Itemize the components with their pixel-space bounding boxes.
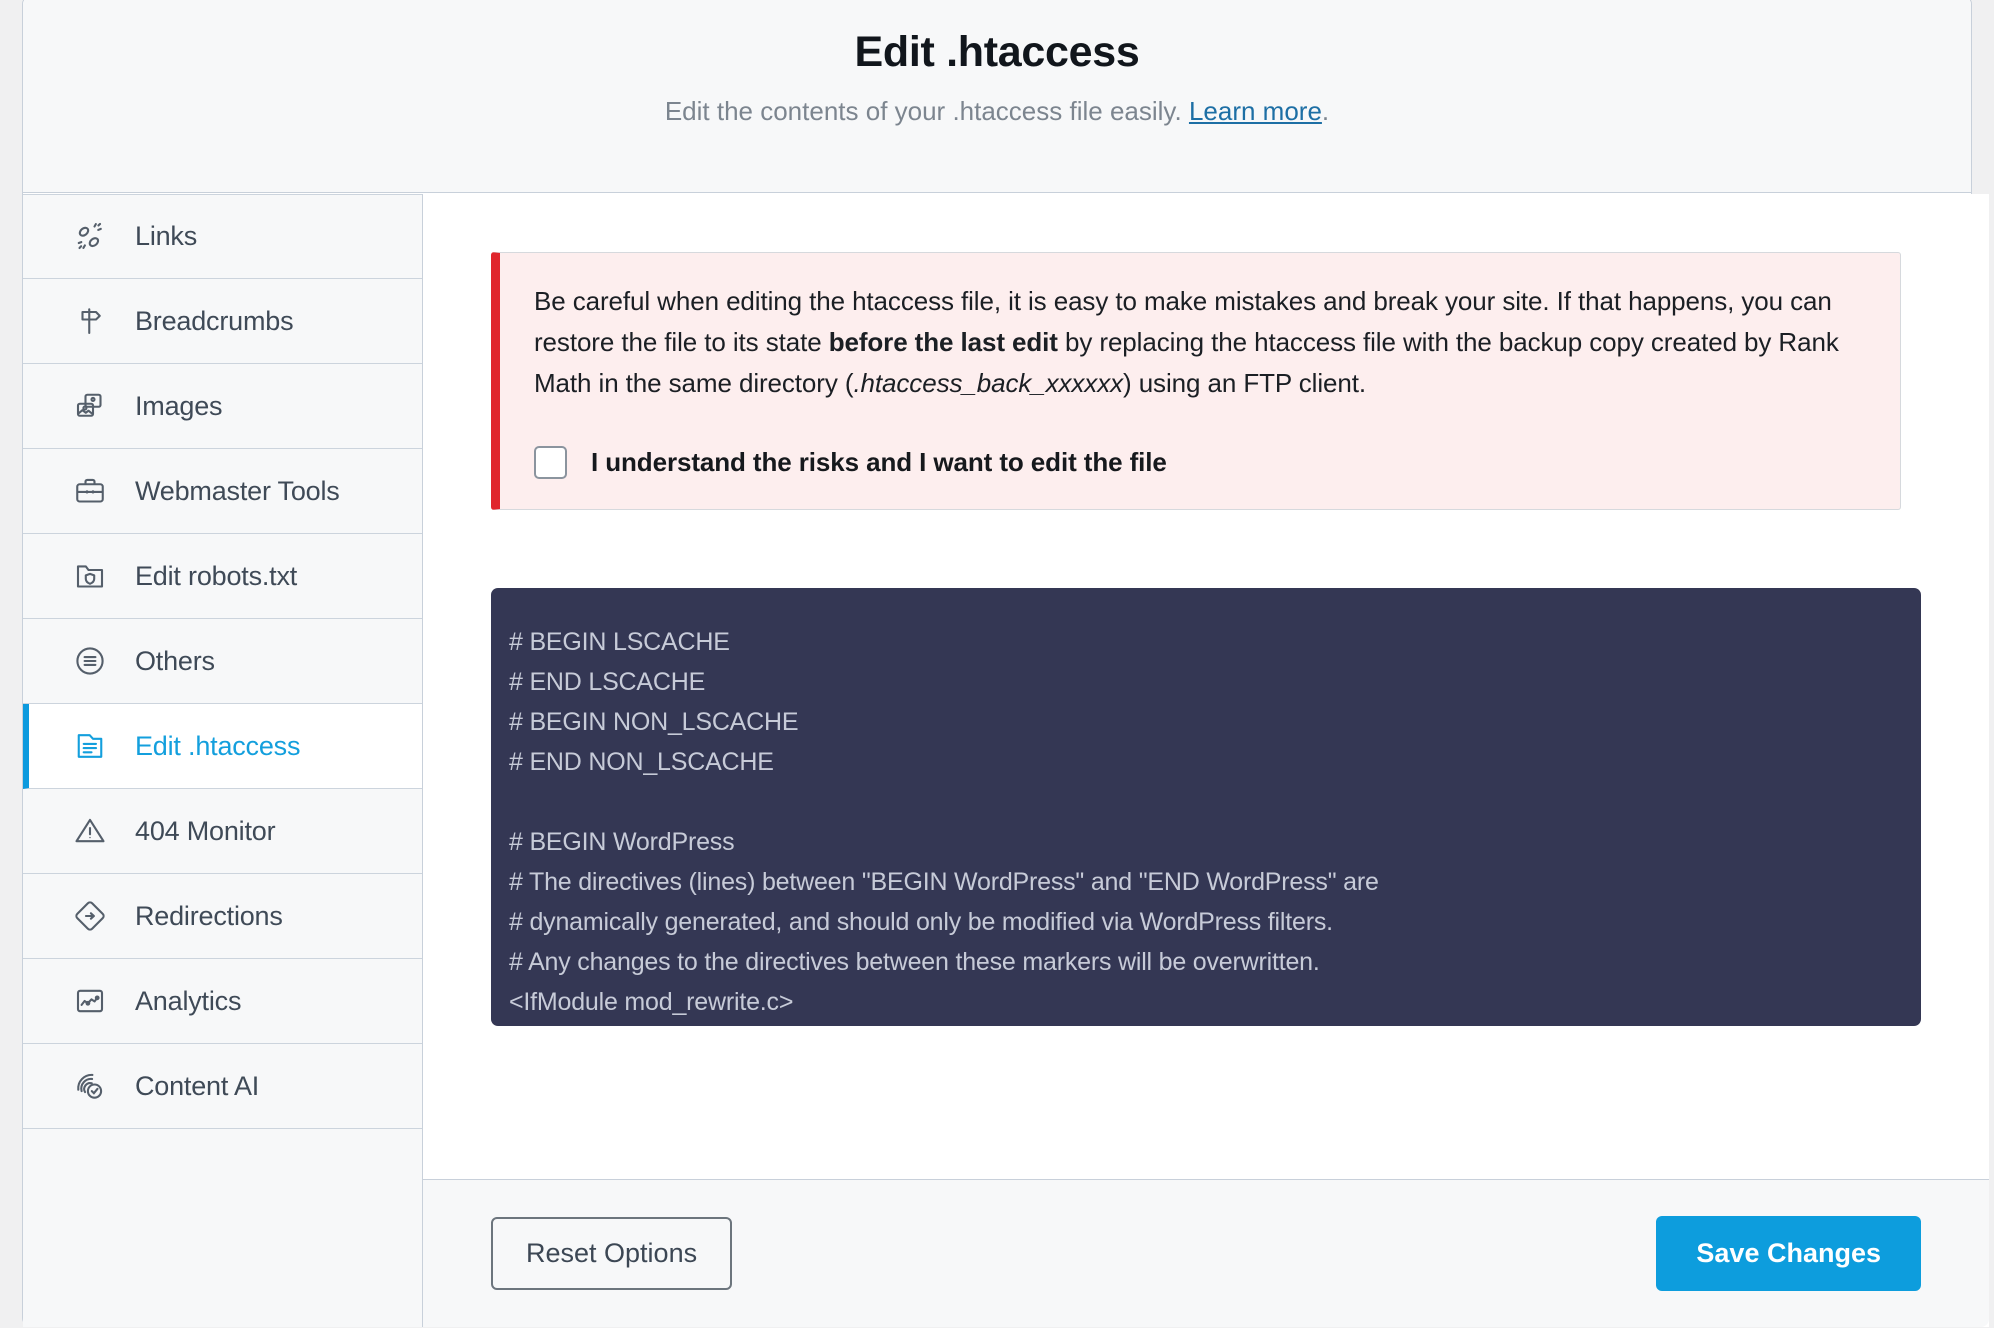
sidebar-item-webmaster-tools[interactable]: Webmaster Tools	[23, 449, 422, 534]
sidebar-item-links[interactable]: Links	[23, 194, 422, 279]
sidebar-item-analytics[interactable]: Analytics	[23, 959, 422, 1044]
briefcase-icon	[71, 472, 109, 510]
file-lines-icon	[71, 727, 109, 765]
settings-content: Be careful when editing the htaccess fil…	[423, 194, 1989, 1179]
settings-sidebar: Links Breadcrumbs Images Webmaster Tools…	[23, 194, 423, 1327]
chart-square-icon	[71, 982, 109, 1020]
sidebar-item-label: 404 Monitor	[135, 815, 276, 846]
page-gutter	[0, 0, 22, 1328]
settings-footer: Reset Options Save Changes	[423, 1179, 1989, 1327]
signpost-icon	[71, 302, 109, 340]
sidebar-item-edit-robots-txt[interactable]: Edit robots.txt	[23, 534, 422, 619]
images-icon	[71, 387, 109, 425]
htaccess-code-editor[interactable]: # BEGIN LSCACHE # END LSCACHE # BEGIN NO…	[491, 588, 1921, 1026]
page-title: Edit .htaccess	[854, 28, 1140, 76]
circle-lines-icon	[71, 642, 109, 680]
page-body: Links Breadcrumbs Images Webmaster Tools…	[23, 194, 1989, 1327]
sidebar-item-label: Links	[135, 221, 198, 251]
settings-page-card: Edit .htaccess Edit the contents of your…	[22, 0, 1989, 1327]
understand-risks-label[interactable]: I understand the risks and I want to edi…	[591, 447, 1167, 478]
page-header: Edit .htaccess Edit the contents of your…	[23, 0, 1971, 193]
sidebar-item-others[interactable]: Others	[23, 619, 422, 704]
sidebar-item-redirections[interactable]: Redirections	[23, 874, 422, 959]
sidebar-item-label: Others	[135, 645, 215, 676]
sidebar-item-breadcrumbs[interactable]: Breadcrumbs	[23, 279, 422, 364]
sidebar-item-images[interactable]: Images	[23, 364, 422, 449]
sidebar-item-label: Breadcrumbs	[135, 305, 294, 336]
sidebar-item-label: Analytics	[135, 985, 242, 1016]
rank-math-htaccess-screen: Edit .htaccess Edit the contents of your…	[0, 0, 1994, 1328]
folder-shield-icon	[71, 557, 109, 595]
warning-triangle-icon	[71, 812, 109, 850]
sidebar-item-label: Edit .htaccess	[135, 730, 301, 761]
learn-more-link[interactable]: Learn more	[1189, 96, 1322, 126]
sidebar-item-label: Edit robots.txt	[135, 560, 298, 591]
page-subtitle: Edit the contents of your .htaccess file…	[23, 96, 1971, 127]
warning-text-italic: .htaccess_back_xxxxxx	[853, 368, 1124, 398]
warning-text-part3: ) using an FTP client.	[1123, 368, 1367, 398]
sidebar-item-label: Redirections	[135, 900, 283, 931]
diamond-arrow-icon	[71, 897, 109, 935]
htaccess-warning-notice: Be careful when editing the htaccess fil…	[491, 252, 1901, 510]
page-subtitle-period: .	[1321, 96, 1330, 127]
reset-options-button[interactable]: Reset Options	[491, 1217, 733, 1290]
sidebar-item-label: Images	[135, 390, 223, 421]
sidebar-item-404-monitor[interactable]: 404 Monitor	[23, 789, 422, 874]
sidebar-item-content-ai[interactable]: Content AI	[23, 1044, 422, 1129]
links-icon	[71, 218, 109, 256]
warning-text: Be careful when editing the htaccess fil…	[534, 281, 1866, 404]
save-changes-button[interactable]: Save Changes	[1656, 1216, 1921, 1291]
understand-risks-checkbox[interactable]	[534, 446, 567, 479]
warning-text-bold: before the last edit	[828, 327, 1058, 357]
sidebar-item-label: Webmaster Tools	[135, 475, 340, 506]
fingerprint-check-icon	[71, 1067, 109, 1105]
sidebar-item-edit-htaccess[interactable]: Edit .htaccess	[23, 704, 422, 789]
sidebar-item-label: Content AI	[135, 1070, 260, 1101]
page-subtitle-text: Edit the contents of your .htaccess file…	[664, 96, 1189, 127]
understand-risks-row: I understand the risks and I want to edi…	[534, 446, 1866, 479]
settings-main-panel: Be careful when editing the htaccess fil…	[423, 194, 1989, 1327]
